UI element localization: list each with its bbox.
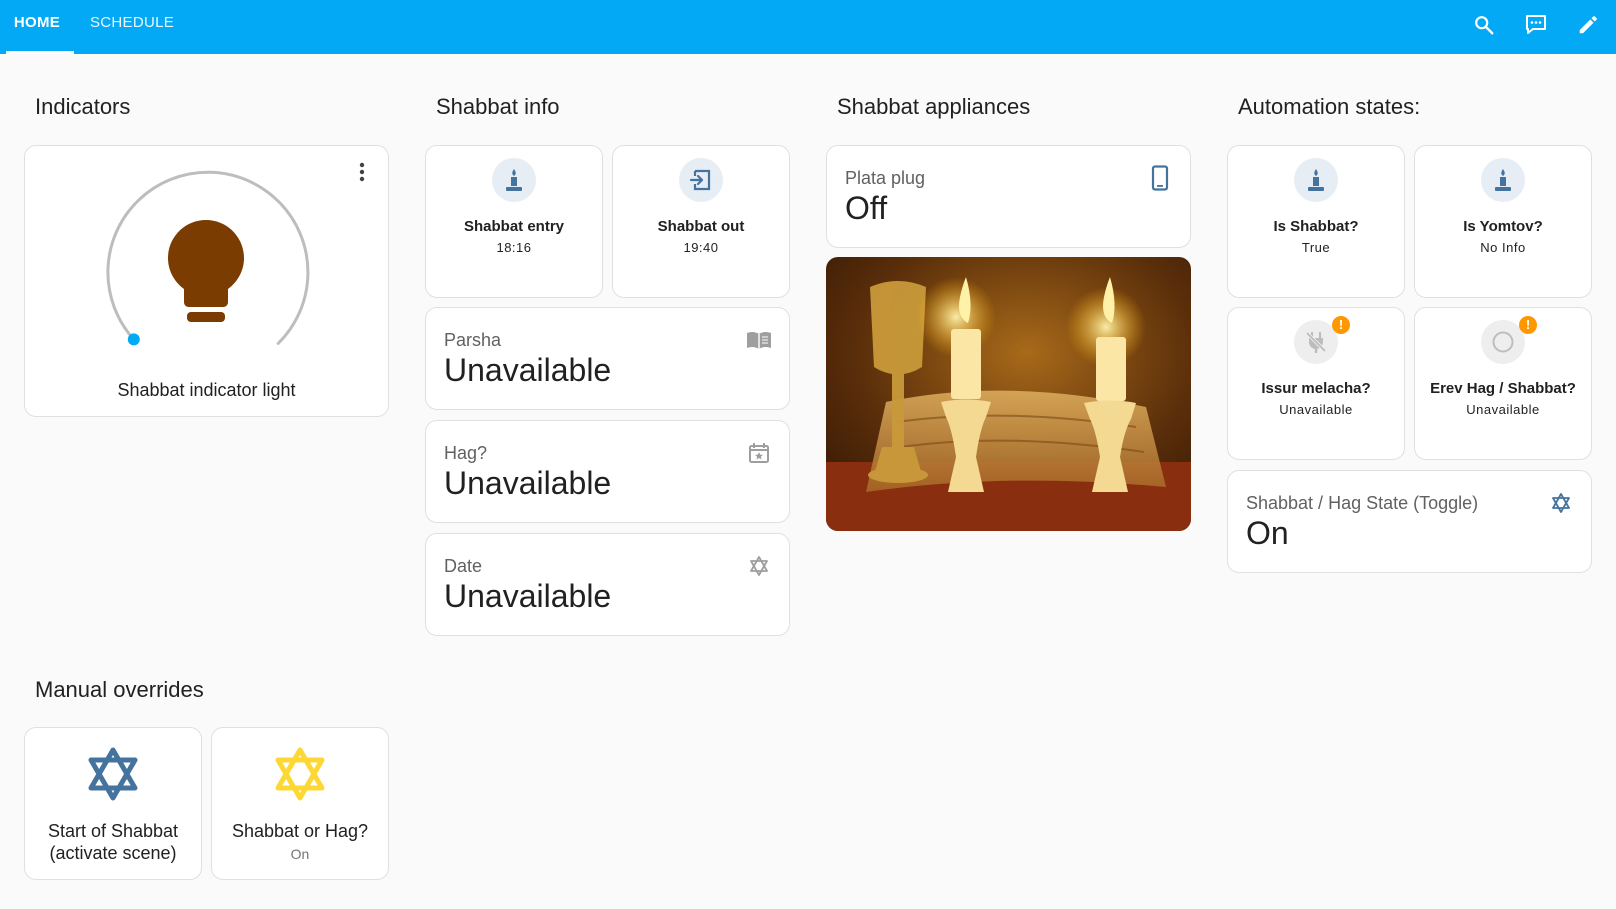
start-of-shabbat-name-line1: Start of Shabbat [47, 821, 179, 841]
shabbat-out-state: 19:40 [683, 240, 719, 255]
is-shabbat-name: Is Shabbat? [1273, 218, 1359, 235]
top-app-bar: HOME SCHEDULE [0, 0, 1616, 54]
candle-icon [492, 158, 536, 202]
indicators-title: Indicators [35, 94, 131, 119]
shabbat-or-hag-name: Shabbat or Hag? [231, 821, 369, 841]
hag-value: Unavailable [444, 465, 612, 501]
erev-hag-name: Erev Hag / Shabbat? [1430, 380, 1576, 397]
shabbat-entry-card[interactable]: Shabbat entry 18:16 [425, 145, 603, 298]
shabbat-candles-image [826, 257, 1191, 531]
brightness-slider-handle[interactable] [127, 333, 140, 346]
is-shabbat-card[interactable]: Is Shabbat? True [1227, 145, 1405, 298]
shabbat-hag-toggle-card[interactable]: Shabbat / Hag State (Toggle) On [1227, 470, 1592, 573]
shabbat-or-hag-state: On [290, 846, 310, 862]
shabbat-or-hag-card[interactable]: Shabbat or Hag? On [211, 727, 389, 880]
star-of-david-icon [745, 552, 773, 580]
light-name: Shabbat indicator light [117, 380, 296, 400]
issur-melacha-card[interactable]: ! Issur melacha? Unavailable [1227, 307, 1405, 460]
star-of-david-icon [1547, 489, 1575, 517]
book-icon [745, 326, 773, 354]
start-of-shabbat-card[interactable]: Start of Shabbat (activate scene) [24, 727, 202, 880]
is-yomtov-card[interactable]: Is Yomtov? No Info [1414, 145, 1592, 298]
shabbat-entry-name: Shabbat entry [463, 218, 565, 235]
phone-icon [1146, 164, 1174, 192]
lightbulb-icon[interactable] [165, 218, 247, 328]
issur-melacha-state: Unavailable [1279, 402, 1353, 417]
star-of-david-icon [88, 747, 138, 801]
plata-plug-name: Plata plug [845, 168, 926, 188]
shabbat-appliances-title: Shabbat appliances [837, 94, 1031, 119]
manual-overrides-title: Manual overrides [35, 677, 204, 702]
edit-icon[interactable] [1572, 9, 1604, 41]
hag-card[interactable]: Hag? Unavailable [425, 420, 790, 523]
automation-states-title: Automation states: [1238, 94, 1421, 119]
start-of-shabbat-name: Start of Shabbat (activate scene) [25, 820, 201, 864]
parsha-value: Unavailable [444, 352, 612, 388]
candle-icon [1294, 158, 1338, 202]
search-icon[interactable] [1468, 9, 1500, 41]
exit-icon [679, 158, 723, 202]
plata-plug-value: Off [845, 190, 888, 226]
shabbat-entry-state: 18:16 [496, 240, 532, 255]
date-name: Date [444, 556, 483, 576]
light-card[interactable]: Shabbat indicator light [24, 145, 389, 417]
is-yomtov-name: Is Yomtov? [1463, 218, 1543, 235]
shabbat-info-title: Shabbat info [436, 94, 560, 119]
more-vert-icon[interactable] [350, 160, 374, 184]
warning-badge: ! [1332, 316, 1350, 334]
warning-badge: ! [1519, 316, 1537, 334]
date-card[interactable]: Date Unavailable [425, 533, 790, 636]
tab-home-label: HOME [13, 14, 61, 31]
shabbat-out-card[interactable]: Shabbat out 19:40 [612, 145, 790, 298]
erev-hag-state: Unavailable [1466, 402, 1540, 417]
tab-home[interactable]: HOME [0, 0, 74, 54]
tab-schedule-label: SCHEDULE [89, 14, 175, 31]
parsha-name: Parsha [444, 330, 502, 350]
tab-schedule[interactable]: SCHEDULE [84, 0, 180, 54]
hag-name: Hag? [444, 443, 488, 463]
shabbat-hag-toggle-value: On [1246, 515, 1289, 551]
issur-melacha-name: Issur melacha? [1261, 380, 1371, 397]
shabbat-out-name: Shabbat out [657, 218, 745, 235]
star-of-david-icon [275, 747, 325, 801]
active-tab-indicator [6, 51, 74, 54]
parsha-card[interactable]: Parsha Unavailable [425, 307, 790, 410]
is-shabbat-state: True [1301, 240, 1331, 255]
assist-icon[interactable] [1520, 9, 1552, 41]
shabbat-hag-toggle-name: Shabbat / Hag State (Toggle) [1246, 493, 1479, 513]
start-of-shabbat-name-line2: (activate scene) [49, 843, 177, 863]
candle-icon [1481, 158, 1525, 202]
calendar-star-icon [745, 439, 773, 467]
date-value: Unavailable [444, 578, 612, 614]
erev-hag-card[interactable]: ! Erev Hag / Shabbat? Unavailable [1414, 307, 1592, 460]
is-yomtov-state: No Info [1480, 240, 1526, 255]
plata-plug-card[interactable]: Plata plug Off [826, 145, 1191, 248]
